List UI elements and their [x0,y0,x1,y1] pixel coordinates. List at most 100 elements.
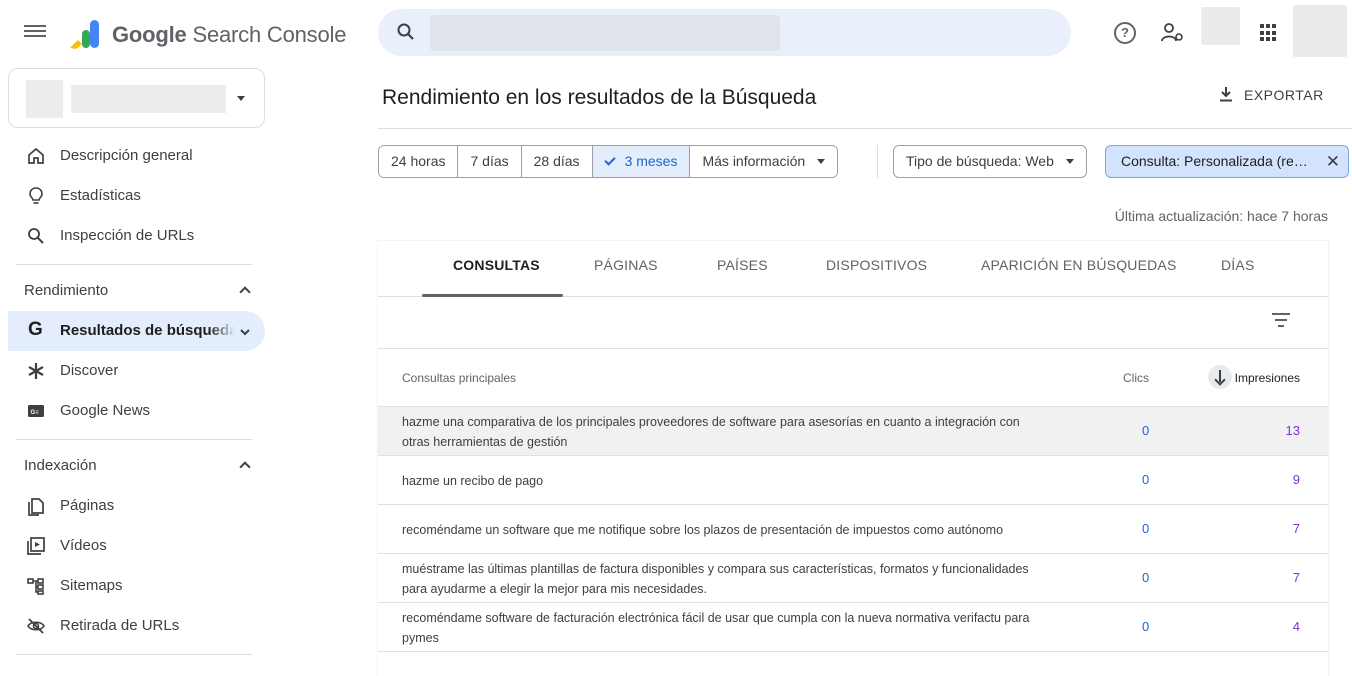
page-title: Rendimiento en los resultados de la Búsq… [382,86,817,109]
search-console-logo-icon [70,20,99,49]
tab-devices[interactable]: DISPOSITIVOS [826,257,927,273]
tab-dates[interactable]: DÍAS [1221,257,1254,273]
sidebar-item-url-inspection[interactable]: Inspección de URLs [8,216,265,256]
dropdown-caret-icon [237,96,245,101]
sidebar-item-label: Resultados de búsqueda [60,322,235,339]
sidebar-item-sitemaps[interactable]: Sitemaps [8,566,265,606]
dropdown-caret-icon [817,159,826,164]
sidebar-item-discover[interactable]: Discover [8,351,265,391]
impressions-cell: 7 [1292,521,1300,536]
sidebar-item-label: Inspección de URLs [60,227,195,244]
sidebar-item-removals[interactable]: Retirada de URLs [8,606,265,646]
lightbulb-icon [29,187,43,204]
sidebar-item-videos[interactable]: Vídeos [8,526,265,566]
clicks-cell: 0 [1142,619,1150,634]
table-row[interactable]: muéstrame las últimas plantillas de fact… [378,553,1328,602]
news-icon: G≡ [28,405,44,417]
table-row[interactable]: hazme un recibo de pago 0 9 [378,455,1328,504]
query-cell: muéstrame las últimas plantillas de fact… [402,561,1029,596]
product-name: Google Search Console [112,22,346,48]
top-bar: Google Search Console ? [0,0,1352,68]
asterisk-icon [28,363,44,379]
chip-7d[interactable]: 7 días [458,146,522,177]
search-input[interactable] [430,15,780,51]
sort-descending-icon[interactable] [1208,365,1232,389]
property-selector[interactable] [8,68,265,128]
brand-google: Google [112,22,187,47]
sidebar-item-pages[interactable]: Páginas [8,486,265,526]
help-icon[interactable]: ? [1114,22,1136,44]
chevron-up-icon[interactable] [239,461,251,473]
tab-queries[interactable]: CONSULTAS [453,257,540,273]
property-favicon-redacted [26,80,63,118]
sidebar-item-label: Estadísticas [60,187,141,204]
property-name-redacted [71,85,226,113]
chip-3m[interactable]: 3 meses [592,146,691,177]
tab-search-appearance[interactable]: APARICIÓN EN BÚSQUEDAS [981,257,1177,273]
chip-label: Más información [702,153,806,169]
query-cell: recoméndame software de facturación elec… [402,610,1030,645]
sidebar-item-label: Discover [60,362,119,379]
table-row[interactable]: recoméndame un software que me notifique… [378,504,1328,553]
sidebar-item-overview[interactable]: Descripción general [8,136,265,176]
sidebar: Descripción general Estadísticas Inspecc… [0,68,272,676]
impressions-cell: 13 [1285,423,1300,438]
clicks-cell: 0 [1142,472,1150,487]
divider [16,439,252,440]
impressions-cell: 7 [1292,570,1300,585]
table-row-divider [378,651,1328,676]
column-header-queries: Consultas principales [402,371,517,385]
query-cell: hazme un recibo de pago [402,473,544,488]
sidebar-item-label: Descripción general [60,147,193,164]
chip-label: 7 días [470,153,509,169]
date-range-chips: 24 horas 7 días 28 días 3 meses Más info… [378,145,839,178]
chip-label: Consulta: Personalizada (re… [1121,153,1308,169]
avatar[interactable] [1293,5,1347,57]
clicks-cell: 0 [1142,570,1150,585]
account-settings-icon[interactable] [1160,20,1186,46]
dropdown-caret-icon [1065,159,1074,164]
search-bar[interactable] [378,9,1071,56]
tab-pages[interactable]: PÁGINAS [594,257,658,273]
export-button[interactable]: EXPORTAR [1218,86,1324,103]
google-g-icon: G [28,319,43,340]
tab-countries[interactable]: PAÍSES [717,257,768,273]
divider [16,264,252,265]
section-header-performance[interactable]: Rendimiento [24,282,108,299]
video-library-icon [27,537,45,555]
query-filter-chip[interactable]: Consulta: Personalizada (re… ✕ [1105,145,1349,178]
divider [16,654,252,655]
main-menu-icon[interactable] [24,22,46,44]
google-apps-icon[interactable] [1260,24,1278,42]
export-label: EXPORTAR [1244,87,1324,103]
column-header-impressions[interactable]: Impresiones [1235,371,1300,385]
query-cell: hazme una comparativa de los principales… [402,414,1020,449]
section-header-indexing[interactable]: Indexación [24,457,97,474]
sitemap-icon [27,578,44,595]
chip-28d[interactable]: 28 días [521,146,593,177]
pages-icon [28,498,44,516]
query-cell: recoméndame un software que me notifique… [402,522,1004,537]
sidebar-item-search-results[interactable]: G Resultados de búsqueda [8,311,265,351]
divider [378,128,1352,129]
chevron-down-icon[interactable] [239,326,251,338]
last-update-text: Última actualización: hace 7 horas [1114,208,1328,224]
chevron-up-icon[interactable] [239,286,251,298]
clicks-cell: 0 [1142,521,1150,536]
chip-more[interactable]: Más información [690,146,838,177]
filter-icon[interactable] [1272,313,1290,327]
clicks-cell: 0 [1142,423,1150,438]
table-row[interactable]: hazme una comparativa de los principales… [378,406,1328,455]
chip-24h[interactable]: 24 horas [379,146,459,177]
chip-label: 3 meses [624,153,678,169]
dimension-tabs: CONSULTAS PÁGINAS PAÍSES DISPOSITIVOS AP… [378,241,1328,297]
sidebar-item-stats[interactable]: Estadísticas [8,176,265,216]
search-type-filter[interactable]: Tipo de búsqueda: Web [893,145,1087,178]
table-row[interactable]: recoméndame software de facturación elec… [378,602,1328,651]
sidebar-item-label: Retirada de URLs [60,617,180,634]
column-header-clicks[interactable]: Clics [1123,371,1149,385]
sidebar-item-label: Páginas [60,497,115,514]
close-icon[interactable]: ✕ [1326,146,1340,177]
brand-product: Search Console [192,22,347,47]
sidebar-item-google-news[interactable]: G≡ Google News [8,391,265,431]
